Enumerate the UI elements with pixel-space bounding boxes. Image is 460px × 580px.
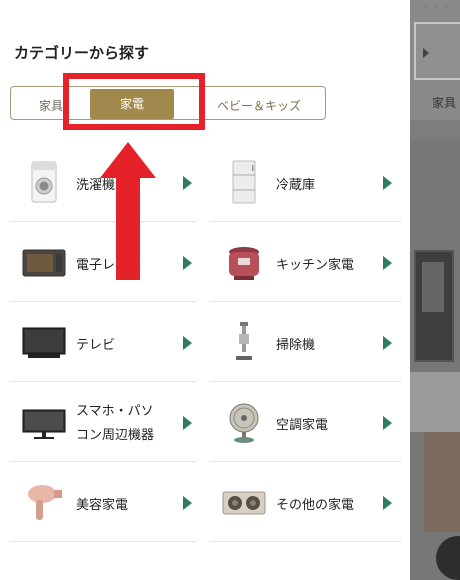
chevron-right-icon <box>183 176 192 190</box>
category-label: 冷蔵庫 <box>276 178 316 193</box>
radio-icon <box>222 491 266 515</box>
menu-title: カテゴリーから探す <box>14 44 150 62</box>
chevron-right-icon <box>383 336 392 350</box>
tv-icon <box>22 327 66 358</box>
red-up-arrow-icon <box>100 142 156 280</box>
vacuum-icon <box>236 322 252 360</box>
background-cabinet <box>424 432 460 532</box>
row-divider <box>10 541 196 542</box>
category-label: スマホ・パソ コン周辺機器 <box>76 404 155 443</box>
tab-furniture[interactable]: 家具 <box>39 97 63 114</box>
background-appliance <box>414 250 454 362</box>
category-kitchen-appliances[interactable]: キッチン家電 <box>210 222 400 302</box>
background-dots: · · · <box>424 2 450 13</box>
row-divider <box>210 541 402 542</box>
category-smartphone-pc[interactable]: スマホ・パソ コン周辺機器 <box>10 382 200 462</box>
category-label: テレビ <box>76 338 116 353</box>
fan-icon <box>229 403 259 443</box>
category-label: 空調家電 <box>276 418 329 433</box>
chevron-right-icon <box>383 416 392 430</box>
background-page: · · · 家具 <box>410 0 460 580</box>
background-search-box <box>414 22 460 80</box>
category-tv[interactable]: テレビ <box>10 302 200 382</box>
refrigerator-icon <box>232 160 256 204</box>
background-counter <box>410 372 460 432</box>
chevron-right-icon <box>183 256 192 270</box>
category-menu-panel: カテゴリーから探す 家具 ベビー＆キッズ 家電 洗濯機 冷蔵庫 電子レンジ キッ… <box>0 0 410 580</box>
chevron-right-icon <box>383 496 392 510</box>
hair-dryer-icon <box>28 485 62 520</box>
category-label: 美容家電 <box>76 498 129 513</box>
chevron-right-icon <box>383 176 392 190</box>
chevron-right-icon <box>383 256 392 270</box>
chevron-right-icon <box>183 496 192 510</box>
category-other-appliances[interactable]: その他の家電 <box>210 462 400 542</box>
category-label: キッチン家電 <box>276 258 355 273</box>
category-air-conditioning[interactable]: 空調家電 <box>210 382 400 462</box>
category-beauty-appliances[interactable]: 美容家電 <box>10 462 200 542</box>
category-label: 掃除機 <box>276 338 316 353</box>
background-tab-furniture: 家具 <box>432 96 457 110</box>
highlight-rectangle <box>63 73 205 130</box>
tab-baby-kids[interactable]: ベビー＆キッズ <box>217 97 301 114</box>
category-label: その他の家電 <box>276 498 355 513</box>
microwave-icon <box>22 249 66 277</box>
washing-machine-icon <box>31 161 57 203</box>
monitor-icon <box>22 409 66 439</box>
chevron-right-icon <box>183 416 192 430</box>
rice-cooker-icon <box>229 247 259 280</box>
category-vacuum[interactable]: 掃除機 <box>210 302 400 382</box>
chevron-right-icon <box>183 336 192 350</box>
play-icon <box>423 48 429 58</box>
category-refrigerator[interactable]: 冷蔵庫 <box>210 142 400 222</box>
